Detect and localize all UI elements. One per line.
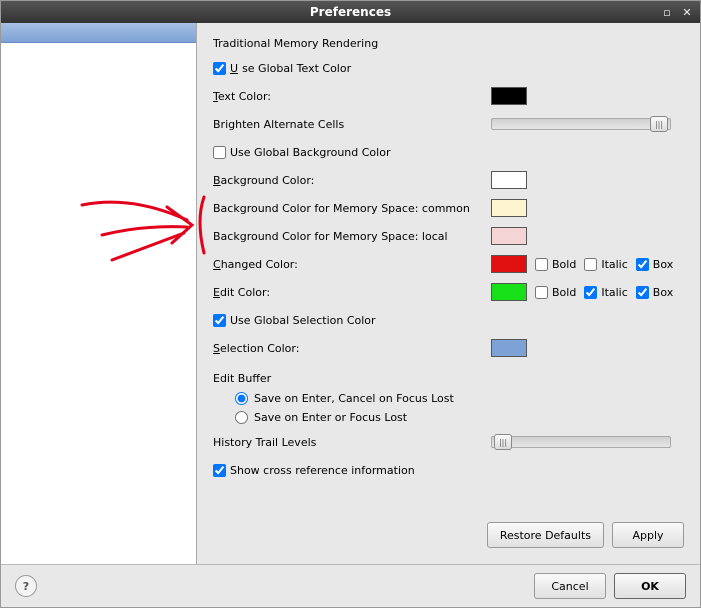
changed-box-checkbox[interactable]: Box: [636, 258, 673, 271]
background-color-label: Background Color:: [213, 174, 491, 187]
use-global-bg-checkbox[interactable]: Use Global Background Color: [213, 146, 390, 159]
row-selection-color: Selection Color:: [213, 336, 684, 360]
row-changed-color: Changed Color: Bold Italic Box: [213, 252, 684, 276]
history-trail-label: History Trail Levels: [213, 436, 491, 449]
changed-italic-checkbox[interactable]: Italic: [584, 258, 627, 271]
changed-color-label: Changed Color:: [213, 258, 491, 271]
bg-space-local-label: Background Color for Memory Space: local: [213, 230, 491, 243]
row-use-global-bg: Use Global Background Color: [213, 140, 684, 164]
ok-button[interactable]: OK: [614, 573, 686, 599]
splitter: Traditional Memory Rendering Use Global …: [1, 23, 700, 564]
restore-defaults-button[interactable]: Restore Defaults: [487, 522, 604, 548]
text-color-label: Text Color:: [213, 90, 491, 103]
text-color-swatch[interactable]: [491, 87, 527, 105]
history-trail-slider[interactable]: |||: [491, 436, 671, 448]
changed-bold-checkbox[interactable]: Bold: [535, 258, 576, 271]
row-edit-color: Edit Color: Bold Italic Box: [213, 280, 684, 304]
inner-button-row: Restore Defaults Apply: [213, 516, 684, 554]
show-cross-ref-label: Show cross reference information: [230, 464, 415, 477]
brighten-alternate-slider[interactable]: |||: [491, 118, 671, 130]
edit-bold-checkbox[interactable]: Bold: [535, 286, 576, 299]
help-icon[interactable]: ?: [15, 575, 37, 597]
main-pane: Traditional Memory Rendering Use Global …: [197, 23, 700, 564]
window-title: Preferences: [310, 5, 391, 19]
row-bg-space-common: Background Color for Memory Space: commo…: [213, 196, 684, 220]
preferences-window: Preferences ▫ ✕ Traditional Memory Rende…: [0, 0, 701, 608]
titlebar: Preferences ▫ ✕: [1, 1, 700, 23]
slider-thumb-icon[interactable]: |||: [494, 434, 512, 450]
row-use-global-text-color: Use Global Text Color: [213, 56, 684, 80]
edit-buffer-opt2[interactable]: Save on Enter or Focus Lost: [235, 411, 684, 424]
row-use-global-selection: Use Global Selection Color: [213, 308, 684, 332]
use-global-bg-input[interactable]: [213, 146, 226, 159]
changed-color-swatch[interactable]: [491, 255, 527, 273]
edit-box-checkbox[interactable]: Box: [636, 286, 673, 299]
bg-space-common-swatch[interactable]: [491, 199, 527, 217]
sidebar[interactable]: [1, 23, 197, 564]
use-global-bg-label: Use Global Background Color: [230, 146, 390, 159]
row-brighten-alternate: Brighten Alternate Cells |||: [213, 112, 684, 136]
section-heading: Traditional Memory Rendering: [213, 37, 684, 50]
background-color-swatch[interactable]: [491, 171, 527, 189]
row-text-color: Text Color:: [213, 84, 684, 108]
bg-space-common-label: Background Color for Memory Space: commo…: [213, 202, 491, 215]
edit-buffer-label: Edit Buffer: [213, 372, 271, 385]
edit-color-swatch[interactable]: [491, 283, 527, 301]
selection-color-swatch[interactable]: [491, 339, 527, 357]
cancel-button[interactable]: Cancel: [534, 573, 606, 599]
slider-thumb-icon[interactable]: |||: [650, 116, 668, 132]
use-global-selection-checkbox[interactable]: Use Global Selection Color: [213, 314, 376, 327]
apply-button[interactable]: Apply: [612, 522, 684, 548]
use-global-text-color-checkbox[interactable]: Use Global Text Color: [213, 62, 351, 75]
brighten-alternate-label: Brighten Alternate Cells: [213, 118, 491, 131]
show-cross-ref-input[interactable]: [213, 464, 226, 477]
use-global-text-color-input[interactable]: [213, 62, 226, 75]
edit-italic-checkbox[interactable]: Italic: [584, 286, 627, 299]
show-cross-ref-checkbox[interactable]: Show cross reference information: [213, 464, 415, 477]
edit-color-label: Edit Color:: [213, 286, 491, 299]
sidebar-selected-item[interactable]: [1, 23, 196, 43]
row-background-color: Background Color:: [213, 168, 684, 192]
use-global-text-color-label-suffix: se Global Text Color: [242, 62, 351, 75]
edit-buffer-opt1[interactable]: Save on Enter, Cancel on Focus Lost: [235, 392, 684, 405]
footer: ? Cancel OK: [1, 564, 700, 607]
row-show-cross-ref: Show cross reference information: [213, 458, 684, 482]
bg-space-local-swatch[interactable]: [491, 227, 527, 245]
window-controls: ▫ ✕: [660, 5, 694, 19]
close-icon[interactable]: ✕: [680, 5, 694, 19]
use-global-selection-label: Use Global Selection Color: [230, 314, 376, 327]
selection-color-label: Selection Color:: [213, 342, 491, 355]
minimize-icon[interactable]: ▫: [660, 5, 674, 19]
use-global-selection-input[interactable]: [213, 314, 226, 327]
row-history-trail: History Trail Levels |||: [213, 430, 684, 454]
edit-buffer-label-row: Edit Buffer: [213, 366, 684, 390]
row-bg-space-local: Background Color for Memory Space: local: [213, 224, 684, 248]
